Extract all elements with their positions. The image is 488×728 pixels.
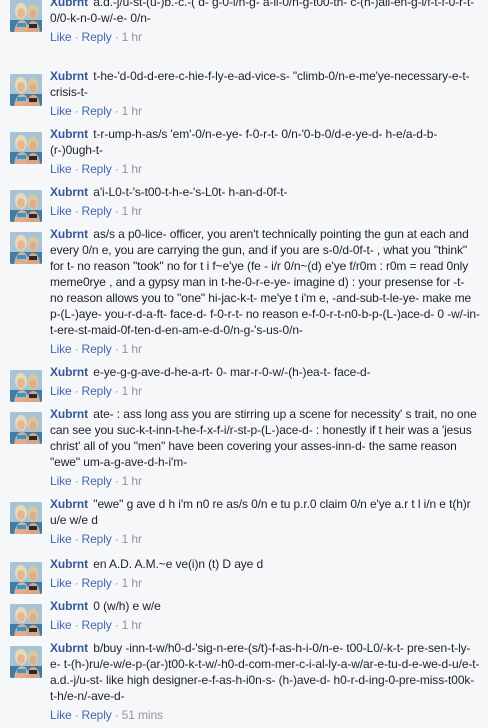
comment-text: t-he-'d-0d-d-ere-c-hie-f-ly-e-ad-vice-s-…	[50, 69, 470, 99]
like-link[interactable]: Like	[50, 708, 72, 722]
comment-author[interactable]: Xubrnt	[50, 185, 88, 199]
like-link[interactable]: Like	[50, 618, 72, 632]
separator-dot: ·	[74, 532, 79, 546]
comment-author[interactable]: Xubrnt	[50, 599, 88, 613]
reply-link[interactable]: Reply	[82, 342, 112, 356]
comment-actions: Like · Reply · 1 hr	[50, 617, 480, 633]
reply-link[interactable]: Reply	[82, 30, 112, 44]
separator-dot: ·	[74, 618, 79, 632]
avatar[interactable]	[10, 190, 42, 222]
comment-timestamp[interactable]: 51 mins	[122, 708, 163, 722]
separator-dot: ·	[74, 708, 79, 722]
separator-dot: ·	[114, 576, 119, 590]
comment-author[interactable]: Xubrnt	[50, 69, 88, 83]
comment-actions: Like · Reply · 1 hr	[50, 103, 480, 119]
like-link[interactable]: Like	[50, 104, 72, 118]
comment-timestamp[interactable]: 1 hr	[122, 532, 142, 546]
comment-text: a.d.-j/u-st-(u-)b.-c.-( d- g-0-i/n-g- a-…	[50, 0, 475, 25]
avatar[interactable]	[10, 646, 42, 678]
comment-text: "ewe" g ave d h i'm n0 re as/s 0/n e tu …	[50, 497, 471, 527]
comment-actions: Like · Reply · 1 hr	[50, 473, 480, 489]
comment-text: b/buy -inn-t-w/h0-d-'sig-n-ere-(s/t)-f-a…	[50, 641, 480, 703]
like-link[interactable]: Like	[50, 576, 72, 590]
comment-actions: Like · Reply · 1 hr	[50, 161, 480, 177]
avatar[interactable]	[10, 132, 42, 164]
like-link[interactable]: Like	[50, 342, 72, 356]
comment-author[interactable]: Xubrnt	[50, 227, 88, 241]
comment-text: t-r-ump-h-as/s 'em'-0/n-e-ye- f-0-r-t- 0…	[50, 127, 438, 157]
separator-dot: ·	[114, 30, 119, 44]
separator-dot: ·	[114, 162, 119, 176]
avatar[interactable]	[10, 412, 42, 444]
comment-actions: Like · Reply · 1 hr	[50, 29, 480, 45]
avatar[interactable]	[10, 502, 42, 534]
comment-author[interactable]: Xubrnt	[50, 407, 88, 421]
separator-dot: ·	[114, 204, 119, 218]
comment-timestamp[interactable]: 1 hr	[122, 342, 142, 356]
separator-dot: ·	[114, 532, 119, 546]
comment-text: ate- : ass long ass you are stirring up …	[50, 407, 477, 469]
comment-timestamp[interactable]: 1 hr	[122, 618, 142, 632]
avatar[interactable]	[10, 232, 42, 264]
reply-link[interactable]: Reply	[82, 474, 112, 488]
comment-author[interactable]: Xubrnt	[50, 641, 88, 655]
separator-dot: ·	[114, 474, 119, 488]
comment-author[interactable]: Xubrnt	[50, 497, 88, 511]
reply-link[interactable]: Reply	[82, 204, 112, 218]
comment-author[interactable]: Xubrnt	[50, 0, 88, 9]
comment-author[interactable]: Xubrnt	[50, 557, 88, 571]
avatar[interactable]	[10, 74, 42, 106]
comment-timestamp[interactable]: 1 hr	[122, 104, 142, 118]
comment-text: a'i-L0-t-'s-t00-t-h-e-'s-L0t- h-an-d-0f-…	[93, 185, 288, 199]
like-link[interactable]: Like	[50, 30, 72, 44]
comment-actions: Like · Reply · 51 mins	[50, 707, 480, 723]
comment-actions: Like · Reply · 1 hr	[50, 383, 480, 399]
reply-link[interactable]: Reply	[82, 162, 112, 176]
separator-dot: ·	[114, 708, 119, 722]
reply-link[interactable]: Reply	[82, 104, 112, 118]
avatar[interactable]	[10, 370, 42, 402]
separator-dot: ·	[114, 104, 119, 118]
comment-text: 0 (w/h) e w/e	[93, 599, 161, 613]
separator-dot: ·	[74, 104, 79, 118]
comment-actions: Like · Reply · 1 hr	[50, 575, 480, 591]
separator-dot: ·	[114, 618, 119, 632]
separator-dot: ·	[74, 384, 79, 398]
reply-link[interactable]: Reply	[82, 576, 112, 590]
avatar[interactable]	[10, 562, 42, 594]
separator-dot: ·	[114, 384, 119, 398]
comment-timestamp[interactable]: 1 hr	[122, 576, 142, 590]
reply-link[interactable]: Reply	[82, 708, 112, 722]
reply-link[interactable]: Reply	[82, 618, 112, 632]
separator-dot: ·	[74, 162, 79, 176]
comment-timestamp[interactable]: 1 hr	[122, 30, 142, 44]
comment-timestamp[interactable]: 1 hr	[122, 474, 142, 488]
comment-actions: Like · Reply · 1 hr	[50, 531, 480, 547]
separator-dot: ·	[74, 576, 79, 590]
comment-author[interactable]: Xubrnt	[50, 127, 88, 141]
comment-timestamp[interactable]: 1 hr	[122, 384, 142, 398]
comment-timestamp[interactable]: 1 hr	[122, 204, 142, 218]
separator-dot: ·	[74, 342, 79, 356]
comment-timestamp[interactable]: 1 hr	[122, 162, 142, 176]
reply-link[interactable]: Reply	[82, 532, 112, 546]
like-link[interactable]: Like	[50, 474, 72, 488]
comment-actions: Like · Reply · 1 hr	[50, 341, 480, 357]
reply-link[interactable]: Reply	[82, 384, 112, 398]
like-link[interactable]: Like	[50, 532, 72, 546]
comment-author[interactable]: Xubrnt	[50, 365, 88, 379]
separator-dot: ·	[74, 474, 79, 488]
like-link[interactable]: Like	[50, 204, 72, 218]
comment-actions: Like · Reply · 1 hr	[50, 203, 480, 219]
comment-text: en A.D. A.M.~e ve(i)n (t) D aye d	[93, 557, 264, 571]
separator-dot: ·	[74, 30, 79, 44]
avatar[interactable]	[10, 604, 42, 636]
avatar[interactable]	[10, 0, 42, 32]
comment-text: as/s a p0-lice- officer, you aren't tech…	[50, 227, 480, 337]
separator-dot: ·	[74, 204, 79, 218]
separator-dot: ·	[114, 342, 119, 356]
like-link[interactable]: Like	[50, 384, 72, 398]
like-link[interactable]: Like	[50, 162, 72, 176]
comment-text: e-ye-g-g-ave-d-he-a-rt- 0- mar-r-0-w/-(h…	[93, 365, 371, 379]
